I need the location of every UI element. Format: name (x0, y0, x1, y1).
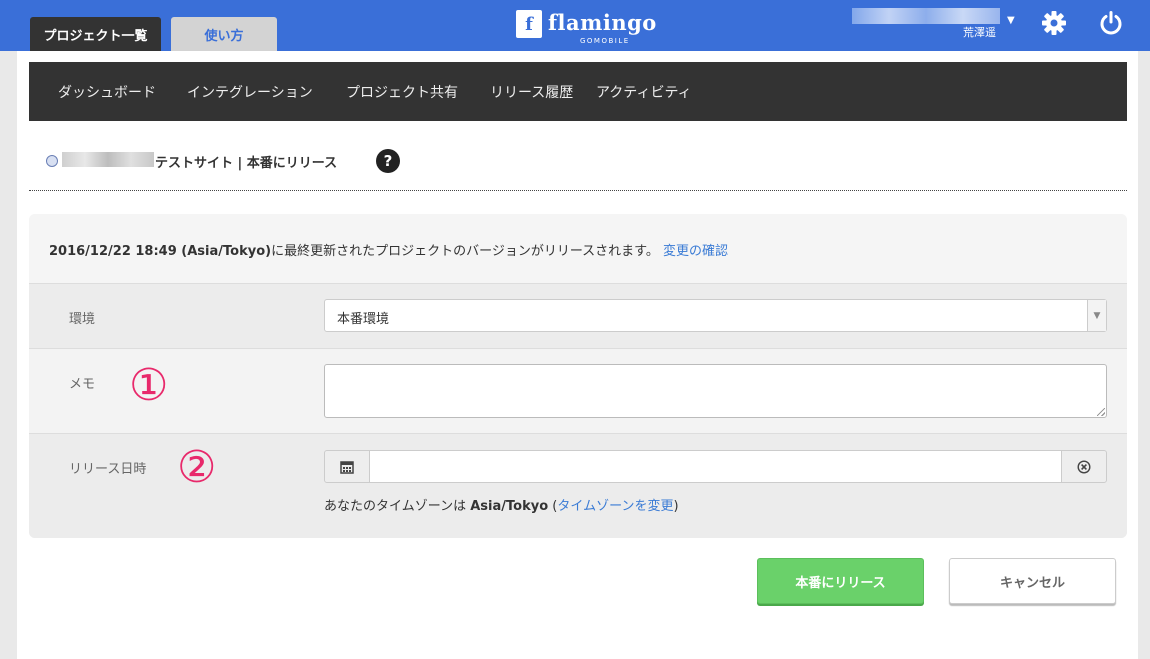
calendar-icon[interactable] (324, 450, 370, 483)
release-info-text: 2016/12/22 18:49 (Asia/Tokyo)に最終更新されたプロジ… (49, 240, 728, 259)
timezone-note: あなたのタイムゾーンは Asia/Tokyo (タイムゾーンを変更) (324, 495, 679, 514)
nav-item-integration[interactable]: インテグレーション (187, 82, 313, 102)
user-email-redacted (852, 8, 1000, 24)
logo-subtitle: GOMOBILE (580, 37, 630, 45)
nav-item-release-history[interactable]: リリース履歴 (490, 82, 573, 102)
tab-project-list[interactable]: プロジェクト一覧 (30, 17, 161, 51)
logo-wordmark: flamingo (548, 10, 657, 35)
top-bar: プロジェクト一覧 使い方 f flamingo GOMOBILE 荒澤遥 ▼ (0, 0, 1150, 51)
project-nav: ダッシュボード インテグレーション プロジェクト共有 リリース履歴 アクティビテ… (29, 62, 1127, 121)
release-date-input[interactable] (369, 450, 1062, 483)
release-date-row: リリース日時 ② あなたのタイムゾーンは Asia/Tokyo (タイムゾーンを… (29, 434, 1127, 538)
annotation-marker-2: ② (177, 442, 217, 493)
project-name-redacted (62, 152, 154, 167)
memo-textarea[interactable] (324, 364, 1107, 418)
release-info-message: に最終更新されたプロジェクトのバージョンがリリースされます。 (271, 244, 659, 259)
release-date-label: リリース日時 (69, 462, 147, 477)
env-label: 環境 (69, 312, 96, 327)
globe-icon (46, 155, 58, 167)
annotation-marker-1: ① (129, 360, 169, 411)
memo-row: メモ ① (29, 349, 1127, 434)
timezone-prefix: あなたのタイムゾーンは (324, 499, 471, 514)
release-form: 2016/12/22 18:49 (Asia/Tokyo)に最終更新されたプロジ… (29, 214, 1127, 538)
cancel-button[interactable]: キャンセル (949, 558, 1116, 604)
title-divider (29, 190, 1127, 191)
nav-item-dashboard[interactable]: ダッシュボード (58, 82, 156, 102)
gear-icon[interactable] (1041, 10, 1067, 36)
user-menu-caret-icon[interactable]: ▼ (1007, 15, 1015, 26)
release-to-production-button[interactable]: 本番にリリース (757, 558, 924, 604)
page-title: テストサイト | 本番にリリース (155, 156, 338, 171)
release-date-input-group (324, 450, 1107, 483)
timezone-paren-close: ) (673, 499, 679, 514)
power-icon[interactable] (1098, 10, 1124, 36)
env-select[interactable]: 本番環境 ▼ (324, 299, 1107, 332)
flamingo-logo[interactable]: f flamingo GOMOBILE (516, 8, 656, 48)
help-icon[interactable]: ? (376, 149, 400, 173)
clear-icon[interactable] (1061, 450, 1107, 483)
nav-item-activity[interactable]: アクティビティ (596, 82, 692, 102)
user-name[interactable]: 荒澤遥 (963, 24, 996, 40)
tab-how-to[interactable]: 使い方 (171, 17, 277, 51)
timezone-paren-open: ( (548, 499, 558, 514)
release-info-row: 2016/12/22 18:49 (Asia/Tokyo)に最終更新されたプロジ… (29, 214, 1127, 284)
flamingo-logo-mark: f (516, 10, 542, 38)
chevron-down-icon[interactable]: ▼ (1087, 300, 1106, 331)
view-changes-link[interactable]: 変更の確認 (663, 244, 728, 259)
timezone-value: Asia/Tokyo (470, 499, 549, 514)
release-timestamp: 2016/12/22 18:49 (Asia/Tokyo) (49, 244, 272, 259)
nav-item-project-share[interactable]: プロジェクト共有 (346, 82, 458, 102)
memo-label: メモ (69, 377, 96, 392)
change-timezone-link[interactable]: タイムゾーンを変更 (557, 499, 673, 514)
resize-handle-icon[interactable] (1097, 408, 1105, 416)
env-row: 環境 本番環境 ▼ (29, 284, 1127, 349)
env-select-value: 本番環境 (337, 312, 390, 327)
